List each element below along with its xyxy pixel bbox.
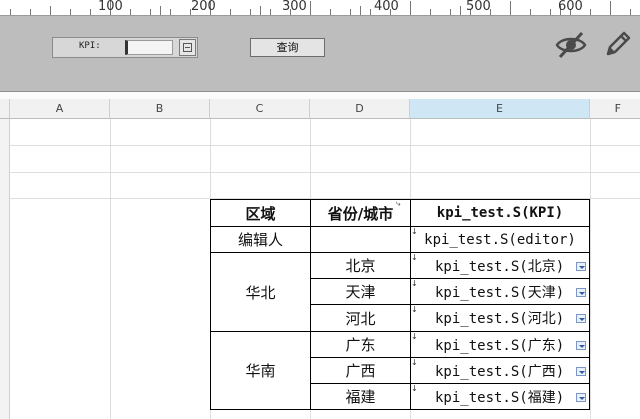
sheet-top-strip bbox=[0, 92, 640, 99]
header-region[interactable]: 区域 bbox=[210, 199, 311, 227]
grid-line bbox=[590, 119, 591, 419]
ruler-tick bbox=[90, 9, 91, 15]
city-cell[interactable]: 北京 bbox=[310, 252, 411, 279]
ruler-tick bbox=[50, 6, 51, 15]
ruler-tick bbox=[310, 1, 311, 15]
ruler-tick bbox=[150, 9, 151, 15]
ruler-tick bbox=[510, 1, 511, 15]
expand-down-marker: ↓ bbox=[411, 253, 418, 262]
kpi-value-cell[interactable]: kpi_test.S(广西) bbox=[410, 357, 590, 384]
ruler-tick bbox=[160, 6, 161, 15]
ruler-tick bbox=[250, 9, 251, 15]
sheet-corner[interactable] bbox=[0, 99, 10, 119]
ruler-label: 500 bbox=[466, 0, 491, 14]
ruler-label: 200 bbox=[191, 0, 216, 14]
ruler-tick bbox=[370, 9, 371, 15]
cell-dropdown-icon[interactable] bbox=[576, 288, 586, 297]
ruler-tick bbox=[330, 9, 331, 15]
column-header-a[interactable]: A bbox=[10, 99, 110, 119]
query-button[interactable]: 查询 bbox=[250, 38, 325, 57]
calendar-icon bbox=[183, 43, 192, 52]
kpi-value-cell[interactable]: kpi_test.S(福建) bbox=[410, 383, 590, 410]
ruler-tick bbox=[460, 6, 461, 15]
eye-slash-icon[interactable] bbox=[554, 28, 588, 62]
ruler-tick bbox=[590, 9, 591, 15]
region-cell[interactable]: 华南 bbox=[210, 331, 311, 410]
ruler-label: 600 bbox=[558, 0, 583, 14]
kpi-label: KPI: bbox=[79, 41, 101, 51]
kpi-value-cell[interactable]: kpi_test.S(广东) bbox=[410, 331, 590, 358]
spreadsheet: A B C D E F 区域 省份/城市 kpi_test.S(KPI) 编辑人… bbox=[0, 92, 640, 419]
parameter-panel: KPI: 查询 bbox=[0, 16, 640, 92]
column-header-d[interactable]: D bbox=[310, 99, 410, 119]
expand-down-marker: ↓ bbox=[411, 332, 418, 341]
column-header-c[interactable]: C bbox=[210, 99, 310, 119]
ruler-label: 400 bbox=[374, 0, 399, 14]
ruler-tick bbox=[270, 9, 271, 15]
grid-line bbox=[110, 119, 111, 419]
top-ruler: 100 200 300 400 500 600 bbox=[0, 0, 640, 16]
grid-line bbox=[10, 172, 640, 173]
row-gutter[interactable] bbox=[0, 119, 10, 419]
cell-dropdown-icon[interactable] bbox=[576, 314, 586, 323]
ruler-tick bbox=[360, 6, 361, 15]
ruler-tick bbox=[10, 9, 11, 15]
column-header-f[interactable]: F bbox=[590, 99, 640, 119]
ruler-tick bbox=[350, 9, 351, 15]
ruler-tick bbox=[610, 1, 611, 15]
city-cell[interactable]: 广西 bbox=[310, 357, 411, 384]
expand-down-marker: ↓ bbox=[411, 384, 418, 393]
kpi-parameter-widget: KPI: bbox=[52, 37, 198, 58]
ruler-tick bbox=[450, 9, 451, 15]
kpi-value-cell[interactable]: kpi_test.S(北京) bbox=[410, 252, 590, 279]
ruler-tick bbox=[410, 1, 411, 15]
city-cell[interactable]: 福建 bbox=[310, 383, 411, 410]
ruler-label: 100 bbox=[98, 0, 123, 14]
region-cell[interactable]: 华北 bbox=[210, 252, 311, 332]
header-kpi[interactable]: kpi_test.S(KPI) bbox=[410, 199, 590, 227]
ruler-tick bbox=[260, 6, 261, 15]
kpi-value-cell[interactable]: kpi_test.S(天津) bbox=[410, 278, 590, 305]
column-header-b[interactable]: B bbox=[110, 99, 210, 119]
expand-down-marker: ↓ bbox=[411, 227, 418, 236]
ruler-tick bbox=[630, 9, 631, 15]
kpi-input[interactable] bbox=[125, 40, 173, 55]
pencil-icon[interactable] bbox=[600, 28, 634, 62]
expand-right-marker: ⤷ bbox=[396, 199, 401, 208]
ruler-tick bbox=[550, 9, 551, 15]
cell-dropdown-icon[interactable] bbox=[576, 341, 586, 350]
ruler-label: 300 bbox=[282, 0, 307, 14]
expand-down-marker: ↓ bbox=[411, 279, 418, 288]
ruler-tick bbox=[230, 9, 231, 15]
city-cell[interactable]: 天津 bbox=[310, 278, 411, 305]
ruler-tick bbox=[170, 9, 171, 15]
cell-dropdown-icon[interactable] bbox=[576, 393, 586, 402]
cell-dropdown-icon[interactable] bbox=[576, 262, 586, 271]
editor-empty-cell[interactable] bbox=[310, 226, 411, 253]
kpi-picker-button[interactable] bbox=[179, 39, 196, 56]
ruler-tick bbox=[430, 9, 431, 15]
kpi-value-cell[interactable]: kpi_test.S(河北) bbox=[410, 304, 590, 332]
expand-down-marker: ↓ bbox=[411, 305, 418, 314]
ruler-tick bbox=[530, 9, 531, 15]
city-cell[interactable]: 广东 bbox=[310, 331, 411, 358]
ruler-tick bbox=[70, 9, 71, 15]
city-cell[interactable]: 河北 bbox=[310, 304, 411, 332]
expand-down-marker: ↓ bbox=[411, 358, 418, 367]
grid-line bbox=[10, 145, 640, 146]
column-header-e[interactable]: E bbox=[410, 99, 590, 119]
cell-dropdown-icon[interactable] bbox=[576, 367, 586, 376]
ruler-tick bbox=[130, 9, 131, 15]
editor-label-cell[interactable]: 编辑人 bbox=[210, 226, 311, 253]
ruler-tick bbox=[30, 9, 31, 15]
editor-value-cell[interactable]: kpi_test.S(editor) bbox=[410, 226, 590, 253]
report-designer: 100 200 300 400 500 600 KPI: 查询 A B C D … bbox=[0, 0, 640, 419]
